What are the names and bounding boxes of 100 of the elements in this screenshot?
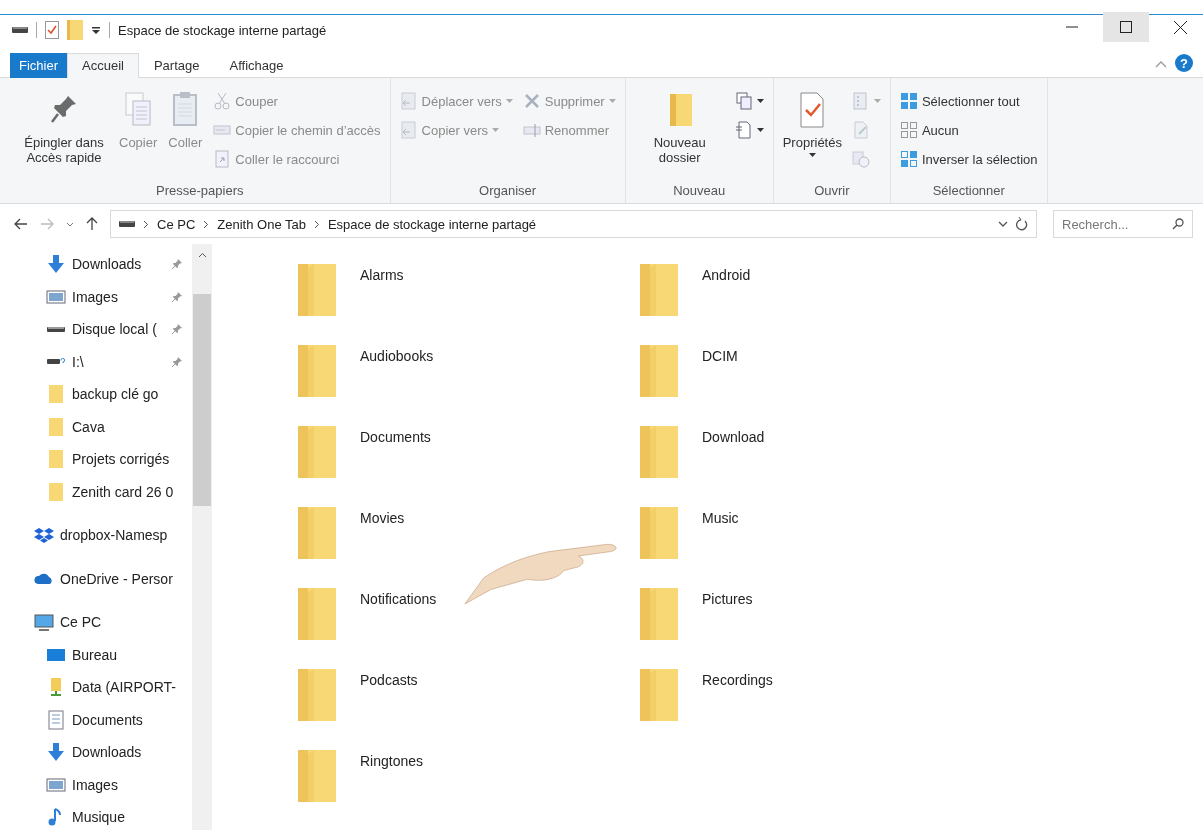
breadcrumb[interactable]: Ce PC: [157, 216, 196, 232]
sidebar-item[interactable]: dropbox-Namesp: [0, 519, 192, 552]
folder-item[interactable]: Ringtones: [298, 740, 640, 802]
sidebar-item[interactable]: backup clé go: [0, 378, 192, 411]
sidebar-item[interactable]: OneDrive - Persor: [0, 562, 192, 595]
help-button[interactable]: ?: [1175, 54, 1193, 72]
ribbon-command[interactable]: Sélectionner tout: [896, 88, 1041, 114]
sidebar-item[interactable]: I:\: [0, 345, 192, 378]
ribbon-command[interactable]: Aucun: [896, 117, 1041, 143]
ribbon-group-label: Presse-papiers: [156, 182, 244, 200]
pin-icon[interactable]: [172, 259, 182, 270]
chevron-down-icon[interactable]: [998, 221, 1008, 227]
folder-icon: [640, 588, 678, 640]
edit-icon: [851, 121, 870, 139]
folder-item[interactable]: Android: [640, 254, 982, 316]
folder-icon: [640, 345, 678, 397]
address-field[interactable]: Ce PC Zenith One Tab Espace de stockage interne partagé: [110, 210, 1037, 238]
folder-icon: [640, 507, 678, 559]
folder-icon: [298, 750, 336, 802]
folder-icon: [640, 669, 678, 721]
forward-icon[interactable]: [40, 218, 54, 230]
sidebar-item-icon: [46, 647, 66, 662]
sidebar-item[interactable]: Musique: [0, 801, 192, 830]
collapse-ribbon-icon[interactable]: [1155, 60, 1167, 68]
ribbon-group-label: Nouveau: [673, 182, 726, 200]
sidebar-item-icon: [46, 289, 66, 304]
sidebar-item-icon: [46, 254, 66, 275]
ribbon-tab[interactable]: Affichage: [214, 53, 299, 78]
scrollbar[interactable]: [192, 244, 212, 830]
chevron-icon[interactable]: [143, 219, 149, 229]
sidebar-item-icon: [46, 416, 66, 437]
sidebar-item[interactable]: Downloads: [0, 248, 192, 281]
folder-item[interactable]: Music: [640, 497, 982, 559]
folder-item[interactable]: Recordings: [640, 659, 982, 721]
caret-icon: [756, 128, 764, 132]
sidebar-item-icon: [46, 742, 66, 763]
history-icon: [851, 150, 870, 168]
sidebar-item[interactable]: Documents: [0, 703, 192, 736]
sidebar-item-icon: [46, 481, 66, 502]
pin-icon[interactable]: [172, 324, 182, 335]
sidebar-item[interactable]: Cava: [0, 410, 192, 443]
folder-item[interactable]: Movies: [298, 497, 640, 559]
drive-icon: [12, 26, 28, 34]
sidebar-item[interactable]: Bureau: [0, 638, 192, 671]
ribbon-tab[interactable]: Partage: [138, 53, 215, 78]
ribbon-tab[interactable]: Accueil: [67, 53, 139, 78]
folder-item[interactable]: Alarms: [298, 254, 640, 316]
ribbon-command[interactable]: Nouveau dossier: [631, 88, 728, 168]
drive-icon: [119, 220, 135, 228]
chevron-icon[interactable]: [313, 219, 320, 229]
folder-item[interactable]: Pictures: [640, 578, 982, 640]
sidebar-item[interactable]: Data (AIRPORT-: [0, 671, 192, 704]
sidebar-item[interactable]: Downloads: [0, 736, 192, 769]
folder-icon: [640, 426, 678, 478]
back-icon[interactable]: [14, 218, 28, 230]
scroll-up-icon[interactable]: [197, 252, 207, 258]
sidebar-item[interactable]: Ce PC: [0, 606, 192, 639]
folder-item[interactable]: Notifications: [298, 578, 640, 640]
folder-icon: [298, 264, 336, 316]
sidebar-item-icon: [34, 572, 54, 586]
folder-item[interactable]: Podcasts: [298, 659, 640, 721]
pin-icon[interactable]: [172, 356, 182, 367]
sidebar-item[interactable]: Disque local (: [0, 313, 192, 346]
sidebar-item-icon: [34, 612, 54, 633]
breadcrumb[interactable]: Zenith One Tab: [217, 216, 306, 232]
caret-icon: [756, 99, 764, 103]
recent-locations-icon[interactable]: [66, 221, 74, 227]
sidebar-item[interactable]: Projets corrigés: [0, 443, 192, 476]
maximize-button[interactable]: [1103, 12, 1149, 42]
copy-to-icon: [399, 121, 418, 139]
ribbon-tab[interactable]: Fichier: [10, 53, 67, 78]
customize-dropdown-icon[interactable]: [91, 25, 101, 35]
folder-item[interactable]: Download: [640, 416, 982, 478]
window-title: Espace de stockage interne partagé: [118, 22, 327, 38]
folder-item[interactable]: DCIM: [640, 335, 982, 397]
sidebar-item[interactable]: Zenith card 26 0: [0, 475, 192, 508]
search-field[interactable]: Recherch...: [1053, 210, 1193, 238]
ribbon-command[interactable]: Propriétés: [779, 88, 845, 159]
folder-item[interactable]: Documents: [298, 416, 640, 478]
sidebar-item[interactable]: Images: [0, 768, 192, 801]
scroll-thumb[interactable]: [193, 294, 211, 506]
new-item-icon: [734, 92, 753, 110]
sidebar-item-icon: [46, 449, 66, 470]
folder-icon: [298, 345, 336, 397]
sidebar-item-icon: [46, 384, 66, 405]
folder-icon: [298, 669, 336, 721]
caret-icon: [808, 152, 816, 157]
chevron-icon[interactable]: [203, 219, 210, 229]
folder-item[interactable]: Audiobooks: [298, 335, 640, 397]
properties-icon[interactable]: [45, 21, 59, 39]
pin-icon[interactable]: [172, 291, 182, 302]
folder-icon: [640, 264, 678, 316]
ribbon-command[interactable]: Épingler dans Accès rapide: [16, 88, 112, 168]
breadcrumb[interactable]: Espace de stockage interne partagé: [327, 216, 537, 232]
grid-icon: [899, 92, 918, 110]
ribbon-command[interactable]: Inverser la sélection: [896, 146, 1041, 172]
refresh-icon[interactable]: [1016, 217, 1028, 231]
sidebar-item[interactable]: Images: [0, 280, 192, 313]
up-icon[interactable]: [86, 217, 98, 231]
caret-icon: [608, 99, 616, 103]
